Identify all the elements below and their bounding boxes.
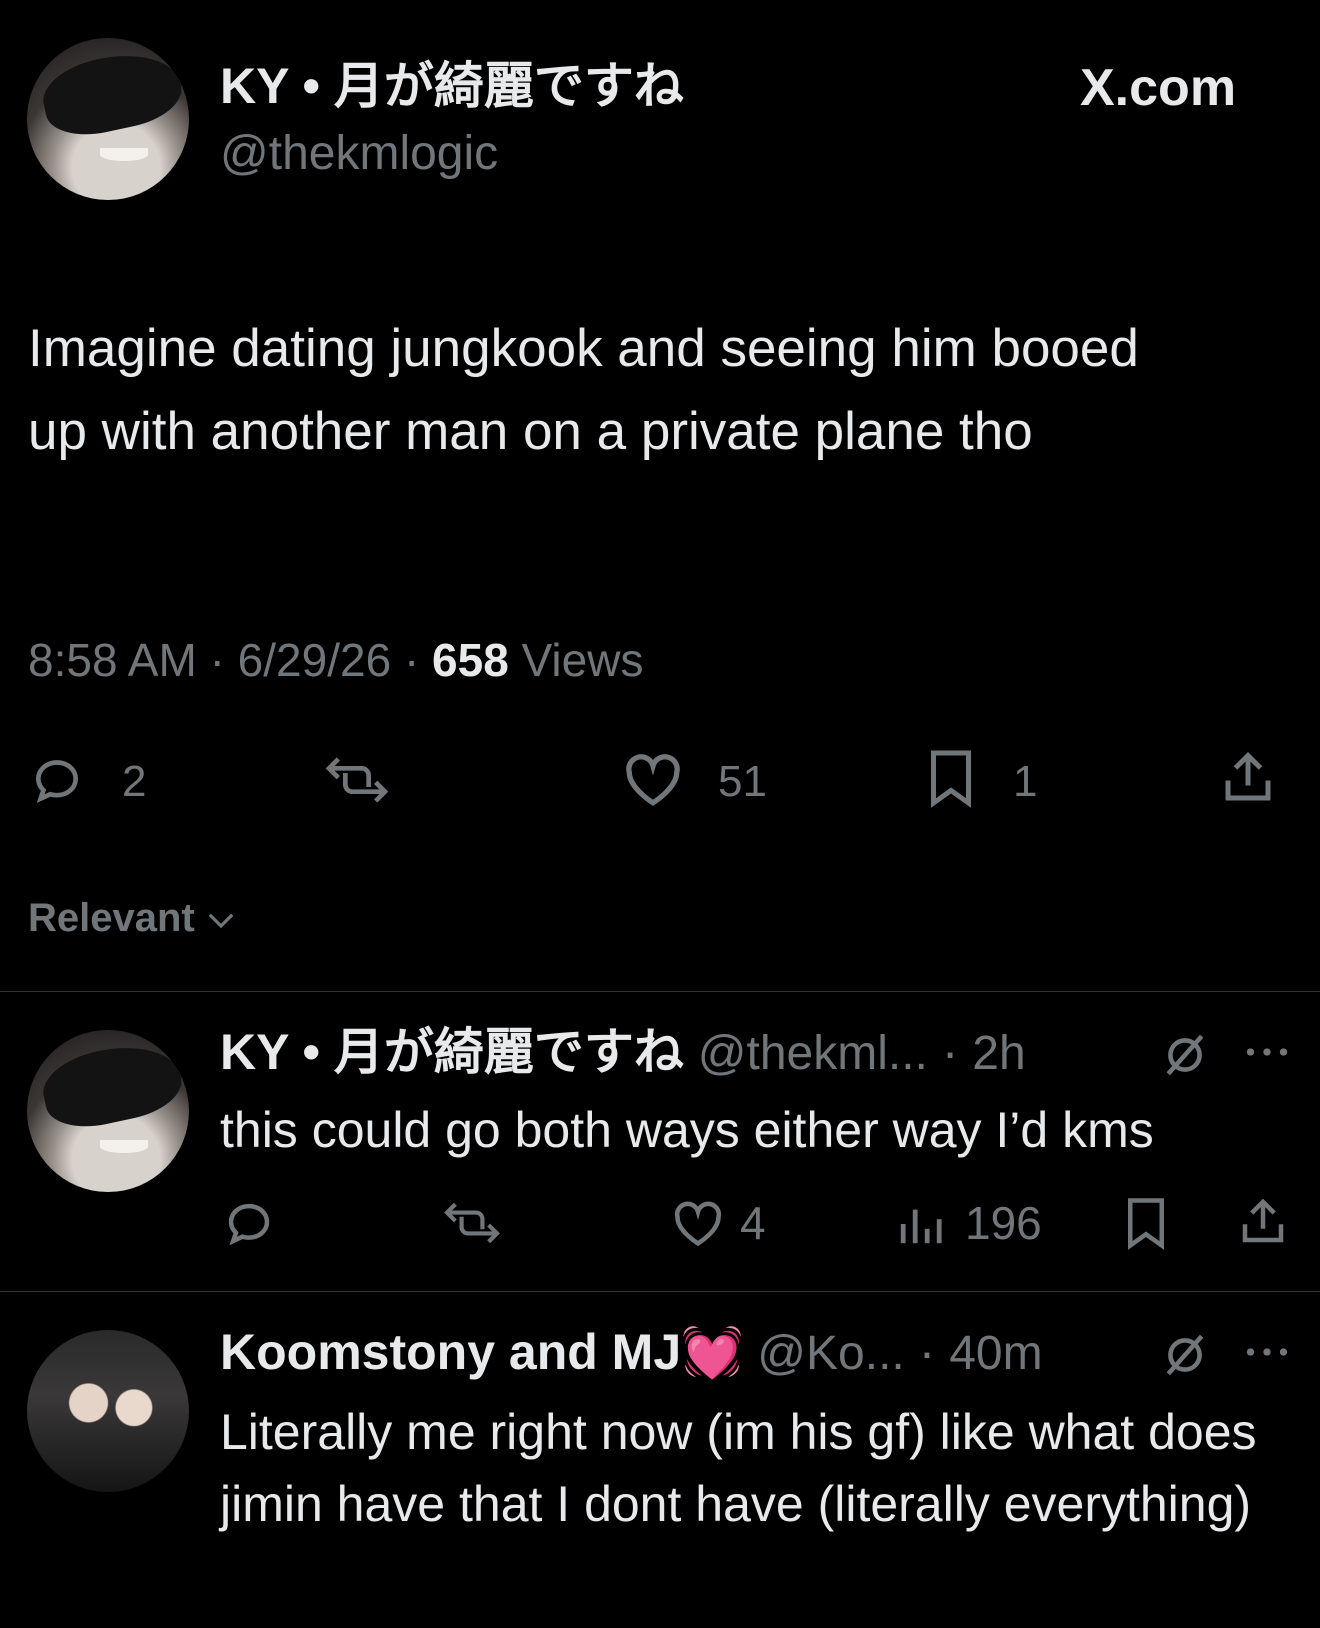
like-icon[interactable] (620, 750, 686, 808)
avatar-smile (99, 1140, 149, 1154)
reply-time[interactable]: 2h (972, 1027, 1025, 1080)
avatar-smile (99, 148, 149, 162)
share-icon[interactable] (1218, 748, 1278, 808)
reply-icon[interactable] (222, 1196, 276, 1250)
reply-handle[interactable]: @Ko... (757, 1327, 904, 1380)
reply-header: Koomstony and MJ💓 @Ko... · 40m (220, 1322, 1043, 1384)
divider (0, 1291, 1320, 1292)
meta-separator: · (904, 1324, 950, 1380)
retweet-icon[interactable] (320, 752, 394, 808)
sort-label: Relevant (28, 896, 195, 940)
reply-count: 2 (122, 757, 147, 806)
grok-icon[interactable] (1160, 1330, 1210, 1380)
reply-display-name[interactable]: KY • 月が綺麗ですね (220, 1024, 684, 1080)
sort-dropdown[interactable]: Relevant (28, 893, 236, 945)
tweet-text: Imagine dating jungkook and seeing him b… (28, 319, 1139, 461)
site-label: X.com (1080, 59, 1237, 117)
author-avatar[interactable] (27, 38, 189, 200)
author-display-name[interactable]: KY • 月が綺麗ですね (220, 56, 684, 116)
meta-separator: · (403, 634, 433, 686)
bookmark-count: 1 (1013, 757, 1038, 806)
tweet-meta: 8:58 AM · 6/29/26 · 658 Views (28, 632, 643, 688)
tweet-time[interactable]: 8:58 AM (28, 634, 197, 686)
grok-icon[interactable] (1160, 1030, 1210, 1080)
author-handle[interactable]: @thekmlogic (220, 125, 498, 183)
reply-header: KY • 月が綺麗ですね @thekml... · 2h (220, 1022, 1026, 1084)
chevron-down-icon (206, 895, 236, 945)
views-count: 196 (965, 1197, 1042, 1249)
reply-text: Literally me right now (im his gf) like … (220, 1404, 1257, 1532)
like-count: 4 (740, 1197, 766, 1249)
reply-icon[interactable] (28, 752, 86, 808)
retweet-icon[interactable] (440, 1198, 504, 1248)
views-label: Views (521, 634, 644, 686)
meta-separator: · (927, 1024, 973, 1080)
divider (0, 991, 1320, 992)
reply-avatar[interactable] (27, 1330, 189, 1492)
bookmark-icon[interactable] (923, 748, 979, 808)
more-icon[interactable] (1245, 1342, 1289, 1362)
views-icon[interactable] (895, 1200, 945, 1248)
avatar-cap (37, 43, 187, 144)
like-count: 51 (718, 757, 767, 806)
meta-separator: · (209, 634, 238, 686)
like-icon[interactable] (670, 1198, 726, 1248)
share-icon[interactable] (1236, 1194, 1290, 1250)
avatar-cap (37, 1035, 187, 1136)
reply-display-name[interactable]: Koomstony and MJ💓 (220, 1324, 743, 1380)
bookmark-icon[interactable] (1122, 1196, 1170, 1250)
reply-text: this could go both ways either way I’d k… (220, 1102, 1154, 1158)
views-count: 658 (432, 634, 509, 686)
reply-avatar[interactable] (27, 1030, 189, 1192)
tweet-date[interactable]: 6/29/26 (238, 634, 391, 686)
reply-handle[interactable]: @thekml... (698, 1027, 928, 1080)
more-icon[interactable] (1245, 1042, 1289, 1062)
reply-time[interactable]: 40m (949, 1327, 1042, 1380)
